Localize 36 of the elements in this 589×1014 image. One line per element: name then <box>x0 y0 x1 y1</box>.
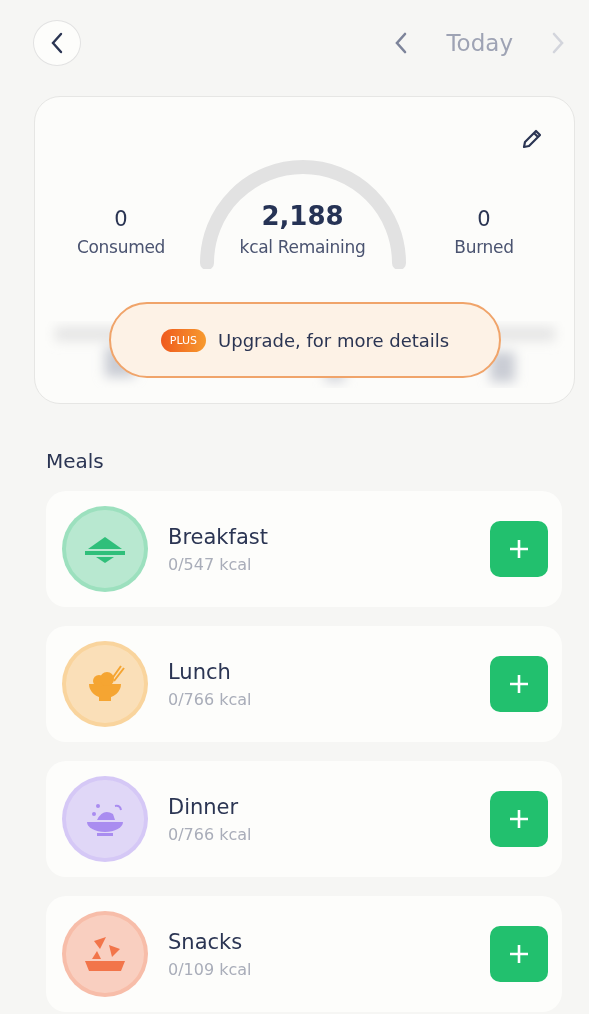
meal-name: Snacks <box>168 929 244 954</box>
plus-icon <box>508 943 530 965</box>
chevron-right-icon <box>551 31 565 55</box>
plus-icon <box>508 808 530 830</box>
edit-button[interactable] <box>520 127 544 151</box>
upgrade-text: Upgrade, for more details <box>218 329 450 351</box>
plus-icon <box>508 538 530 560</box>
consumed-value: 0 <box>114 207 128 231</box>
back-button[interactable] <box>33 20 81 66</box>
meals-heading: Meals <box>46 449 105 473</box>
blurred-bar <box>490 352 515 382</box>
chevron-left-icon <box>50 32 64 54</box>
burned-label: Burned <box>454 237 514 257</box>
snack-bowl-icon <box>84 935 126 973</box>
meal-name: Dinner <box>168 794 240 819</box>
add-meal-button[interactable] <box>490 521 548 577</box>
add-meal-button[interactable] <box>490 926 548 982</box>
consumed-label: Consumed <box>76 237 166 257</box>
add-meal-button[interactable] <box>490 656 548 712</box>
meal-calories: 0/766 kcal <box>168 824 253 844</box>
add-meal-button[interactable] <box>490 791 548 847</box>
chevron-left-icon <box>394 31 409 55</box>
remaining-label: kcal Remaining <box>239 237 366 257</box>
sandwich-icon <box>84 535 126 563</box>
meal-calories: 0/766 kcal <box>168 689 253 709</box>
plus-icon <box>508 673 530 695</box>
pencil-icon <box>520 127 544 151</box>
upgrade-button[interactable]: PLUS Upgrade, for more details <box>109 302 501 378</box>
meal-name: Breakfast <box>168 524 269 549</box>
meal-calories: 0/109 kcal <box>168 959 253 979</box>
remaining-value: 2,188 <box>261 201 344 231</box>
meal-calories: 0/547 kcal <box>168 554 253 574</box>
date-label: Today <box>446 30 513 56</box>
meal-name: Lunch <box>168 659 232 684</box>
burned-value: 0 <box>477 207 491 231</box>
plus-badge: PLUS <box>160 328 207 352</box>
